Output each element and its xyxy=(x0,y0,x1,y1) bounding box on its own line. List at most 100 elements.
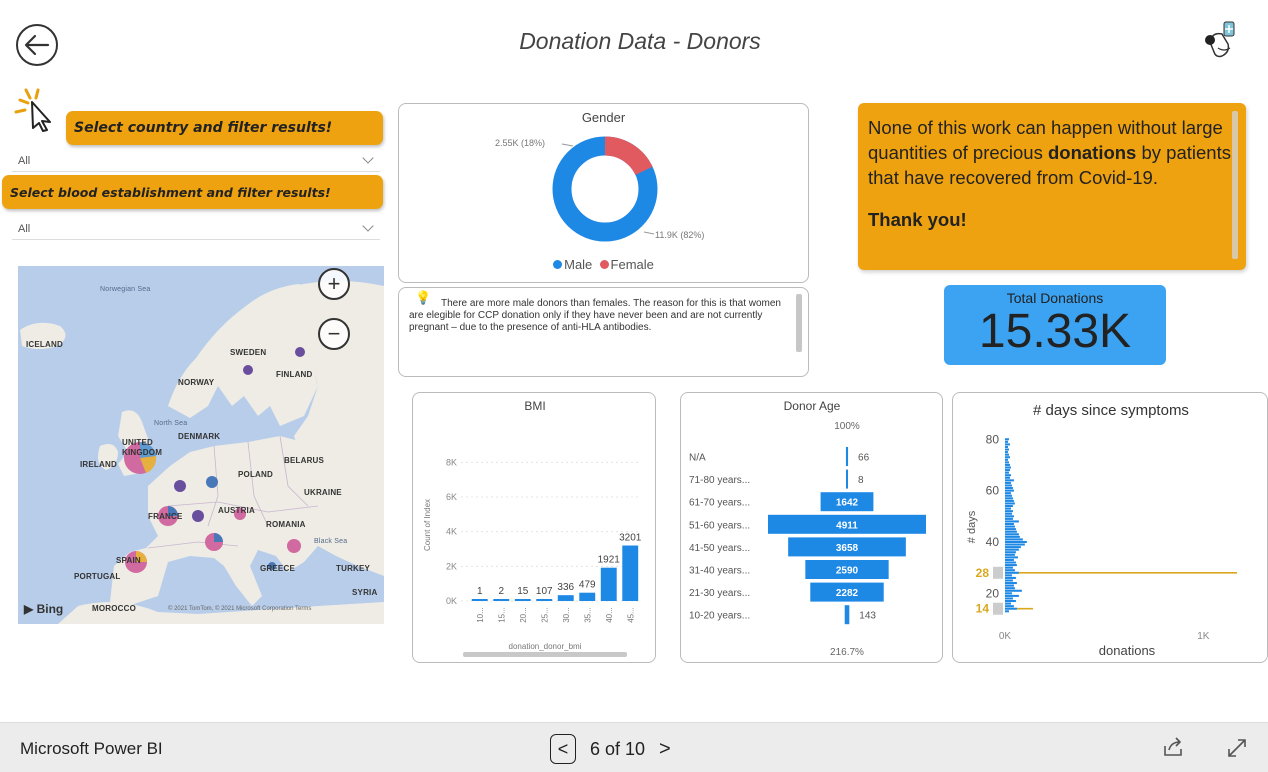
days-x-tick: 1K xyxy=(1197,631,1210,642)
donor-age-chart-card[interactable]: Donor Age 100% 216.7% N/A 66 71-80 years... 8 6… xyxy=(680,392,943,663)
days-bar xyxy=(1005,517,1013,520)
click-cursor-icon xyxy=(12,86,62,132)
donor-age-category: N/A xyxy=(689,453,706,464)
map-copyright[interactable]: © 2021 TomTom, © 2021 Microsoft Corporat… xyxy=(168,606,311,612)
donor-age-value: 4911 xyxy=(836,520,858,531)
days-bar xyxy=(1005,494,1012,497)
donor-age-value: 2282 xyxy=(836,588,859,599)
days-bar xyxy=(1005,443,1010,446)
legend-male[interactable]: Male xyxy=(564,257,592,272)
days-bar xyxy=(1005,530,1017,533)
bmi-y-tick: 8K xyxy=(446,457,457,467)
days-bar xyxy=(1005,538,1023,541)
days-bar xyxy=(1005,505,1013,508)
days-bar xyxy=(1005,566,1013,569)
days-bar xyxy=(1005,489,1014,492)
days-bar xyxy=(1005,499,1014,502)
donor-age-bar xyxy=(845,447,849,466)
bmi-x-tick: 20... xyxy=(519,607,528,623)
country-dropdown[interactable]: All xyxy=(12,150,380,172)
map-label-ireland: IRELAND xyxy=(80,460,117,469)
days-bar xyxy=(1005,466,1011,469)
previous-page-button[interactable]: < xyxy=(550,734,576,764)
map-zoom-out-button[interactable]: − xyxy=(318,318,350,350)
lightbulb-icon: 💡 xyxy=(415,290,432,305)
gender-note-card: 💡 There are more male donors than female… xyxy=(398,287,809,377)
legend-female[interactable]: Female xyxy=(611,257,654,272)
days-bar xyxy=(1005,558,1014,561)
bmi-bar xyxy=(557,595,574,601)
map-label-poland: POLAND xyxy=(238,470,273,479)
back-arrow-icon xyxy=(24,34,50,56)
bmi-data-label: 3201 xyxy=(619,533,642,544)
days-bar xyxy=(1005,535,1020,538)
days-bar xyxy=(1005,546,1021,549)
days-bar xyxy=(1005,463,1010,466)
thank-you-text: Thank you! xyxy=(868,209,967,230)
page-title: Donation Data - Donors xyxy=(519,28,761,54)
days-bar xyxy=(1005,533,1019,536)
fullscreen-button[interactable] xyxy=(1226,737,1248,765)
days-bar xyxy=(1005,579,1013,582)
map-label-syria: SYRIA xyxy=(352,588,378,597)
days-bar xyxy=(1005,451,1008,454)
bmi-y-tick: 0K xyxy=(446,596,457,606)
note-scrollbar[interactable] xyxy=(796,294,802,352)
doctor-logo-icon xyxy=(1196,18,1242,64)
map-label-belarus: BELARUS xyxy=(284,456,325,465)
donor-age-top-label: 100% xyxy=(834,421,860,432)
days-bar xyxy=(1005,600,1016,603)
days-x-tick: 0K xyxy=(999,631,1012,642)
bmi-x-axis-label: donation_donor_bmi xyxy=(509,642,582,651)
bmi-bar xyxy=(536,599,553,601)
next-page-button[interactable]: > xyxy=(659,738,671,761)
back-button[interactable] xyxy=(16,24,58,66)
bmi-data-label: 336 xyxy=(557,582,574,593)
thank-you-message-card: None of this work can happen without lar… xyxy=(858,103,1246,270)
chevron-down-icon xyxy=(362,220,374,232)
bmi-bar xyxy=(514,599,531,601)
establishment-dropdown[interactable]: All xyxy=(12,218,380,240)
map-zoom-in-button[interactable]: + xyxy=(318,268,350,300)
days-bar xyxy=(1005,474,1011,477)
days-bar xyxy=(1005,484,1012,487)
donor-age-category: 61-70 years... xyxy=(689,498,750,509)
days-bar xyxy=(1005,571,1019,574)
days-bar xyxy=(1005,497,1013,500)
map-label-france: FRANCE xyxy=(148,512,183,521)
map-label-finland: FINLAND xyxy=(276,370,313,379)
share-button[interactable] xyxy=(1162,737,1184,763)
days-bar xyxy=(1005,448,1009,451)
gender-note-text: There are more male donors than females.… xyxy=(409,298,781,333)
powerbi-brand[interactable]: Microsoft Power BI xyxy=(20,739,163,759)
days-bar xyxy=(1005,592,1012,595)
days-bar xyxy=(1005,551,1016,554)
europe-map[interactable]: Norwegian Sea ICELAND SWEDEN FINLAND NOR… xyxy=(18,266,384,624)
bmi-chart-card[interactable]: BMI 0K 2K 4K 6K 8K Count of Index 1 10... 2 15... 1… xyxy=(412,392,656,663)
days-bar xyxy=(1005,528,1016,531)
days-y-axis-label: # days xyxy=(966,510,978,543)
bmi-data-label: 107 xyxy=(536,586,553,597)
map-label-greece: GREECE xyxy=(260,564,295,573)
donor-age-bottom-label: 216.7% xyxy=(830,647,864,658)
days-bar xyxy=(1005,587,1015,590)
days-x-axis-label: donations xyxy=(1099,643,1156,658)
map-label-north-sea: North Sea xyxy=(154,420,188,427)
days-since-symptoms-chart: # days since symptoms 20 40 60 80 14 28 # days 0… xyxy=(966,402,1237,658)
expand-icon xyxy=(1228,739,1246,757)
legend-female-marker xyxy=(599,260,609,269)
days-bar xyxy=(1005,564,1017,567)
bmi-x-tick: 45... xyxy=(626,607,635,623)
country-filter-banner: Select country and filter results! xyxy=(66,111,383,145)
days-bar xyxy=(1005,525,1015,528)
gender-chart-card[interactable]: Gender 2.55K (18%) 11.9K (82%) Male Fema… xyxy=(398,103,809,283)
total-donations-kpi[interactable]: Total Donations 15.33K xyxy=(944,285,1166,365)
message-scrollbar[interactable] xyxy=(1232,111,1238,259)
days-bar xyxy=(1005,481,1011,484)
donor-age-category: 41-50 years... xyxy=(689,543,750,554)
gender-legend: Male Female xyxy=(399,257,808,272)
days-since-symptoms-card[interactable]: # days since symptoms 20 40 60 80 14 28 # days 0… xyxy=(952,392,1268,663)
days-bar xyxy=(1005,438,1009,441)
days-bar xyxy=(1005,597,1013,600)
days-bar xyxy=(1005,440,1008,443)
